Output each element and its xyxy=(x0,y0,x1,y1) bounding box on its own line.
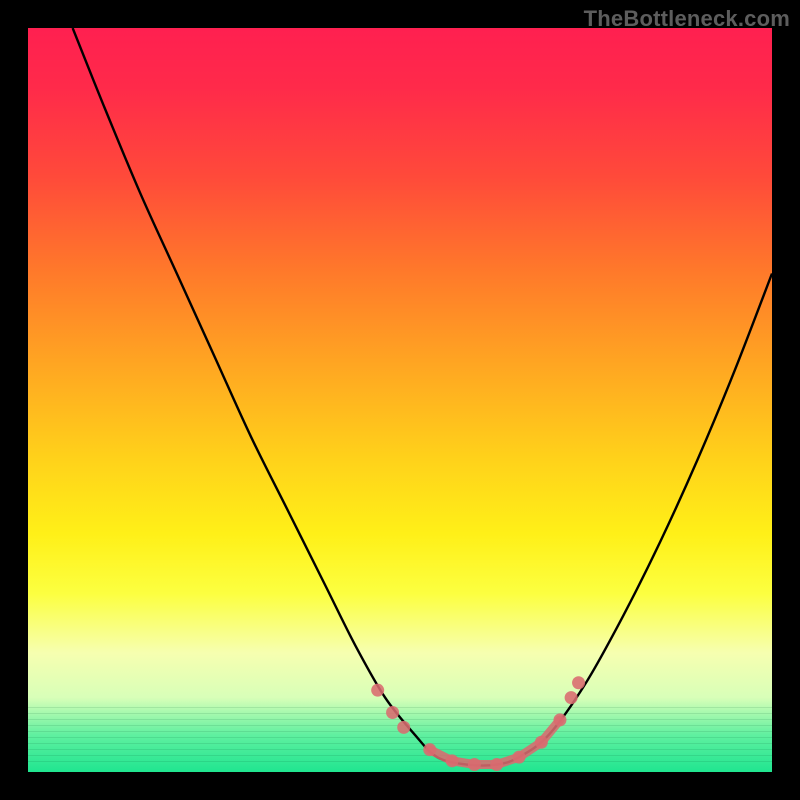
marker-dot xyxy=(397,721,410,734)
marker-dot xyxy=(386,706,399,719)
marker-dot xyxy=(468,758,481,771)
marker-layer xyxy=(28,28,772,772)
chart-frame: TheBottleneck.com xyxy=(0,0,800,800)
marker-dot xyxy=(490,758,503,771)
marker-dot xyxy=(572,676,585,689)
marker-dot xyxy=(513,751,526,764)
marker-dot xyxy=(535,736,548,749)
marker-dot xyxy=(371,684,384,697)
plot-area xyxy=(28,28,772,772)
marker-dot xyxy=(423,743,436,756)
marker-dot xyxy=(553,713,566,726)
marker-dot xyxy=(565,691,578,704)
watermark-text: TheBottleneck.com xyxy=(584,6,790,32)
marker-dot xyxy=(446,754,459,767)
